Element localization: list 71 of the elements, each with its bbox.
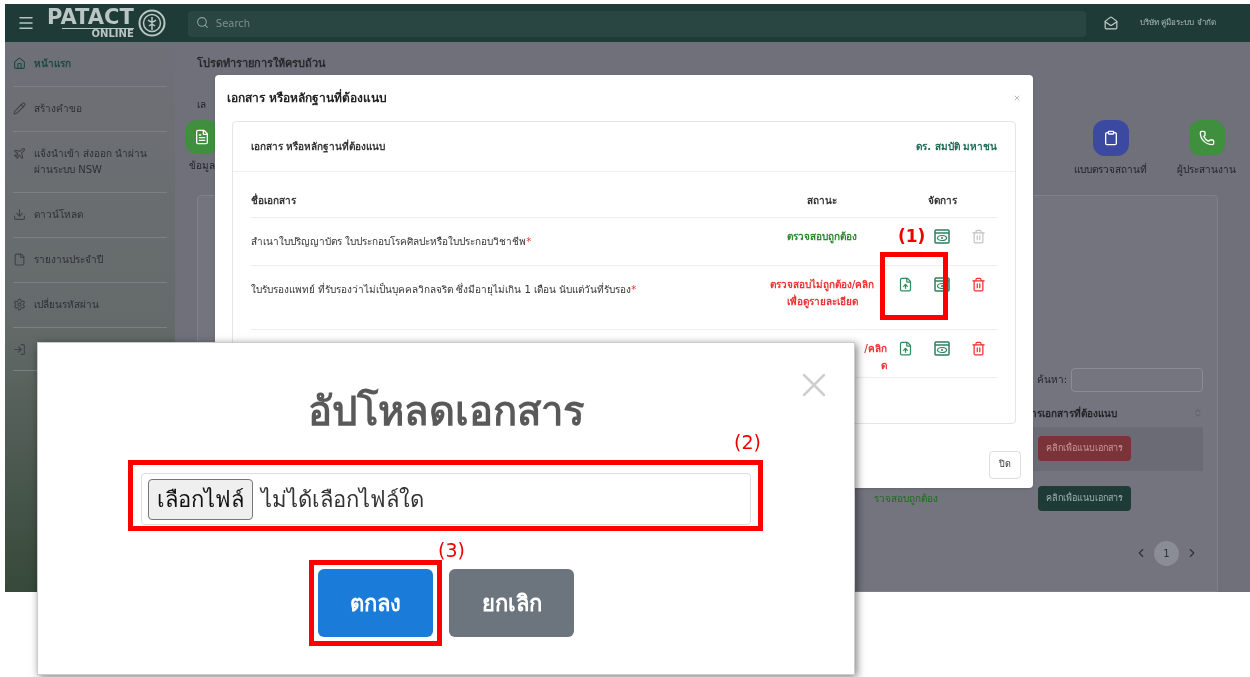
company-name[interactable]: บริษัท คู่มือระบบ จำกัด [1139,17,1216,29]
status-text: ตรวจสอบถูกต้อง [787,230,857,245]
file-input[interactable]: เลือกไฟล์ ไม่ได้เลือกไฟล์ใด [141,473,751,525]
status-text: รวจสอบถูกต้อง [874,492,938,506]
column-header: สถานะ [806,194,838,208]
card-title: เอกสาร หรือหลักฐานที่ต้องแนบ [251,139,386,154]
eye-frame-icon[interactable] [934,229,950,244]
status-text[interactable]: เพื่อดูรายละเอียด [786,293,858,310]
home-icon [13,57,26,70]
table-search-field[interactable] [1071,367,1203,392]
document-name: ใบรับรองแพทย์ ที่รับรองว่าไม่เป็นบุคคลวิกลจริต ซึ่งมีอายุไม่เกิน 1 เดือน นับแต่วันที่รับรอง* [251,284,637,295]
cancel-button[interactable]: ยกเลิก [449,569,574,637]
eye-frame-icon[interactable] [934,277,950,292]
column-header: ชื่อเอกสาร [251,193,297,208]
step-icon[interactable] [1092,119,1129,156]
sidebar-label: ดาวน์โหลด [34,208,83,222]
status-text[interactable]: ตรวจสอบไม่ถูกต้อง/คลิก [769,276,875,293]
sidebar-label: แจ้งนำเข้า ส่งออก นำผ่าน ผ่านระบบ NSW [34,147,149,177]
mail-icon[interactable] [1103,16,1118,30]
highlight-frame [880,252,948,320]
step-label: ข้อมูล [189,158,215,173]
logo-text: PATACT [47,7,134,28]
trash-icon[interactable] [971,277,987,292]
attach-button[interactable]: คลิกเพื่อแนบเอกสาร [1038,435,1131,462]
eye-frame-icon[interactable] [934,341,950,356]
page-title: โปรดทำรายการให้ครบถ้วน [197,56,327,72]
sidebar-label: หน้าแรก [34,57,71,71]
choose-file-button[interactable]: เลือกไฟล์ [148,478,253,520]
logout-icon [13,343,26,356]
attach-button[interactable]: คลิกเพื่อแนบเอกสาร [1038,485,1131,512]
annotation-label: (1) [898,225,926,247]
close-button[interactable]: ปิด [989,451,1021,479]
search-field[interactable]: Search [187,10,1086,37]
sidebar-item[interactable]: รายงานประจำปี [13,238,167,283]
search-icon [195,16,209,29]
menu-icon[interactable] [17,14,35,32]
plane-icon [13,147,26,160]
step-icon[interactable] [1188,119,1225,156]
status-text[interactable]: /คลิก [864,340,887,357]
modal-title: เอกสาร หรือหลักฐานที่ต้องแนบ [227,89,388,107]
logo-subtext: ONLINE [61,28,134,39]
emblem-icon [137,9,166,37]
step-label: ผู้ประสานงาน [1177,162,1236,177]
column-header: จัดการ [926,194,958,208]
cogs-icon [13,298,26,311]
step-label: แบบตรวจสถานที่ [1074,161,1147,177]
annotation-label: (3) [438,538,465,563]
column-header: ารเอกสารที่ต้องแนบ [1031,405,1117,421]
ok-button[interactable]: ตกลง [318,569,433,637]
trash-icon[interactable] [971,341,987,356]
sidebar-label: สร้างคำขอ [34,102,82,116]
sidebar-item[interactable]: แจ้งนำเข้า ส่งออก นำผ่าน ผ่านระบบ NSW [13,132,167,193]
file-upload-icon[interactable] [897,277,913,292]
sidebar-item[interactable]: เปลี่ยนรหัสผ่าน [13,283,167,328]
pencil-icon [13,102,26,115]
file-status: ไม่ได้เลือกไฟล์ใด [261,485,424,514]
file-icon [13,253,26,266]
dialog-title: อัปโหลดเอกสาร [308,387,584,436]
document-name: สำเนาใบปริญญาบัตร ใบประกอบโรคศิลปะหรือใบประกอบวิชาชีพ* [251,236,532,247]
download-icon [13,208,26,221]
sidebar-label: รายงานประจำปี [34,253,103,267]
sidebar-label: เปลี่ยนรหัสผ่าน [34,297,99,312]
file-upload-icon[interactable] [897,341,913,356]
sidebar-item[interactable]: สร้างคำขอ [13,87,167,132]
status-text[interactable]: ด [881,357,887,374]
annotation-label: (2) [734,430,761,455]
search-label: ค้นหา: [1036,373,1067,387]
page-button[interactable]: 1 [1154,540,1179,566]
field-label: เล [197,97,206,112]
person-name: ดร. สมบัติ มหาชน [916,140,997,154]
sidebar-item[interactable]: ดาวน์โหลด [13,193,167,238]
